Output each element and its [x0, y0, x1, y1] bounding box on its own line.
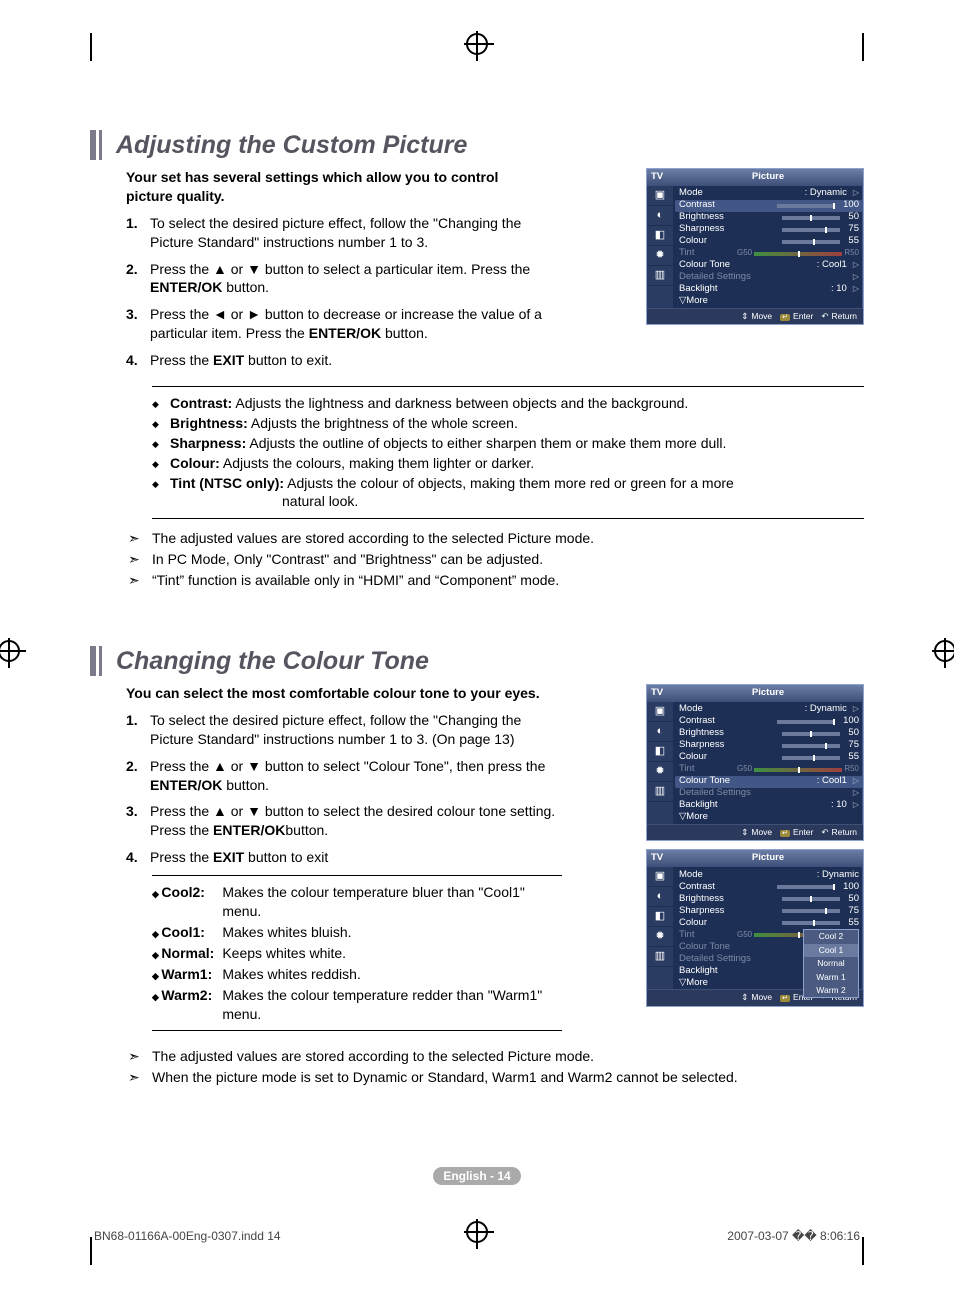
osd-hint-enter: Enter: [780, 311, 813, 322]
step-number: 2.: [126, 260, 150, 298]
slider: [782, 228, 840, 232]
osd-row-label: Sharpness: [679, 223, 782, 236]
definition-item: Contrast: Adjusts the lightness and dark…: [152, 394, 864, 413]
term: Cool2:: [152, 882, 222, 922]
crop-mark: [90, 33, 92, 61]
definition: Makes the colour temperature bluer than …: [222, 882, 562, 922]
registration-mark-icon: [466, 1221, 488, 1243]
footer-doc-id: BN68-01166A-00Eng-0307.indd 14: [94, 1229, 281, 1243]
input-icon: ▥: [647, 266, 673, 286]
definition: Makes the colour temperature redder than…: [222, 985, 562, 1025]
step-text: Press the EXIT button to exit: [150, 848, 556, 867]
note-item: “Tint” function is available only in “HD…: [128, 571, 864, 590]
definitions-box: Contrast: Adjusts the lightness and dark…: [152, 386, 864, 519]
step-text: Press the EXIT button to exit.: [150, 351, 556, 370]
notes-list: The adjusted values are stored according…: [128, 1047, 864, 1087]
osd-category-icons: ▣ ◐ ◧ ✹ ▥: [647, 186, 673, 308]
osd-row-label: Brightness: [679, 211, 782, 224]
crop-mark: [862, 33, 864, 61]
osd-row-label: ▽More: [679, 295, 859, 308]
chevron-right-icon: ▷: [853, 284, 859, 295]
step-text: To select the desired picture effect, fo…: [150, 711, 556, 749]
crop-mark: [862, 1237, 864, 1265]
term: Normal:: [152, 943, 222, 964]
definitions-box: Cool2:Makes the colour temperature bluer…: [152, 875, 562, 1031]
osd-row-label: Backlight: [679, 283, 831, 296]
page-number-badge: English - 14: [433, 1167, 520, 1185]
osd-hint-return: Return: [821, 311, 857, 322]
sound-icon: ◐: [647, 206, 673, 226]
chevron-right-icon: ▷: [853, 260, 859, 271]
dropdown-option: Cool 2: [804, 930, 858, 943]
chevron-right-icon: ▷: [853, 188, 859, 199]
step-text: Press the ▲ or ▼ button to select "Colou…: [150, 757, 556, 795]
section-title: Adjusting the Custom Picture: [102, 131, 467, 160]
section-adjusting-custom-picture: Adjusting the Custom Picture TV Picture …: [90, 130, 864, 590]
notes-list: The adjusted values are stored according…: [128, 529, 864, 590]
definition: Keeps whites white.: [222, 943, 562, 964]
step-number: 3.: [126, 305, 150, 343]
definition-item: Colour: Adjusts the colours, making them…: [152, 454, 864, 473]
slider: [777, 204, 835, 208]
channel-icon: ◧: [647, 226, 673, 246]
note-item: The adjusted values are stored according…: [128, 529, 864, 548]
osd-row-label: Detailed Settings: [679, 271, 851, 284]
step-number: 1.: [126, 214, 150, 252]
note-item: In PC Mode, Only "Contrast" and "Brightn…: [128, 550, 864, 569]
osd-row-label: Tint: [679, 247, 737, 260]
section-intro: You can select the most comfortable colo…: [126, 684, 546, 703]
osd-picture-menu-dropdown: TVPicture ▣◐◧✹▥ Mode: Dynamic Contrast10…: [646, 849, 864, 1006]
step-text: To select the desired picture effect, fo…: [150, 214, 556, 252]
osd-hint-move: Move: [741, 311, 772, 322]
setup-icon: ✹: [647, 246, 673, 266]
heading-rule: [90, 646, 96, 676]
slider: [782, 216, 840, 220]
section-title: Changing the Colour Tone: [102, 647, 429, 676]
osd-picture-menu: TVPicture ▣◐◧✹▥ Mode: Dynamic▷ Contrast1…: [646, 684, 864, 841]
step-text: Press the ▲ or ▼ button to select a part…: [150, 260, 556, 298]
term: Warm2:: [152, 985, 222, 1025]
dropdown-option-selected: Cool 1: [804, 944, 858, 957]
definition: Makes whites reddish.: [222, 964, 562, 985]
chevron-right-icon: ▷: [853, 272, 859, 283]
dropdown-option: Normal: [804, 957, 858, 970]
osd-row-label: Colour: [679, 235, 782, 248]
heading-rule: [90, 130, 96, 160]
osd-tv-label: TV: [651, 171, 677, 184]
definition-item: Tint (NTSC only): Adjusts the colour of …: [152, 474, 864, 512]
slider: [782, 240, 840, 244]
dropdown-option: Warm 1: [804, 971, 858, 984]
osd-row-label: Colour Tone: [679, 259, 817, 272]
registration-mark-icon: [934, 640, 954, 662]
definition: Makes whites bluish.: [222, 922, 562, 943]
colour-tone-dropdown: Cool 2 Cool 1 Normal Warm 1 Warm 2: [803, 929, 859, 998]
registration-mark-icon: [0, 640, 20, 662]
note-item: The adjusted values are stored according…: [128, 1047, 864, 1066]
crop-mark: [90, 1237, 92, 1265]
definition-item: Sharpness: Adjusts the outline of object…: [152, 434, 864, 453]
tint-slider: [754, 252, 842, 256]
footer-timestamp: 2007-03-07 �� 8:06:16: [727, 1229, 860, 1243]
step-text: Press the ▲ or ▼ button to select the de…: [150, 802, 556, 840]
term: Warm1:: [152, 964, 222, 985]
step-number: 4.: [126, 351, 150, 370]
term: Cool1:: [152, 922, 222, 943]
osd-row-label: Contrast: [679, 199, 777, 212]
picture-icon: ▣: [647, 186, 673, 206]
definition-item: Brightness: Adjusts the brightness of th…: [152, 414, 864, 433]
registration-mark-icon: [466, 33, 488, 55]
note-item: When the picture mode is set to Dynamic …: [128, 1068, 864, 1087]
osd-row-label: Mode: [679, 187, 805, 200]
osd-picture-menu: TV Picture ▣ ◐ ◧ ✹ ▥ Mode: Dynamic▷: [646, 168, 864, 325]
step-text: Press the ◄ or ► button to decrease or i…: [150, 305, 556, 343]
section-intro: Your set has several settings which allo…: [126, 168, 546, 206]
osd-title: Picture: [677, 171, 859, 184]
section-changing-colour-tone: Changing the Colour Tone TVPicture ▣◐◧✹▥…: [90, 646, 864, 1087]
dropdown-option: Warm 2: [804, 984, 858, 997]
